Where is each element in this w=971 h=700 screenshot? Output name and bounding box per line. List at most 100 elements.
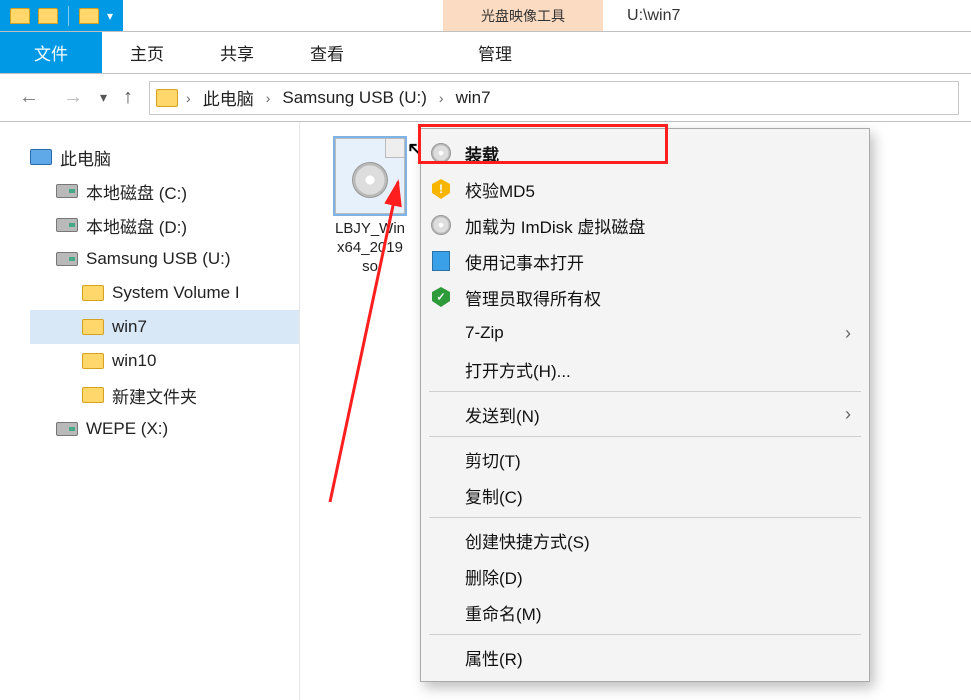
tree-label: win10 — [112, 351, 156, 371]
menu-label: 校验MD5 — [465, 177, 851, 202]
drive-icon — [56, 252, 78, 266]
folder-content[interactable]: LBJY_Win x64_2019 so ↖ 装载 校验MD5 加载为 ImDi… — [300, 122, 971, 700]
tree-node-this-pc[interactable]: 此电脑 — [30, 140, 299, 174]
menu-separator — [429, 391, 861, 392]
tree-node-folder[interactable]: System Volume I — [30, 276, 299, 310]
window-title: U:\win7 — [603, 0, 971, 31]
tab-manage[interactable]: 管理 — [450, 32, 540, 73]
folder-icon — [82, 319, 104, 335]
menu-label: 管理员取得所有权 — [465, 285, 851, 310]
separator — [68, 6, 69, 26]
menu-item-copy[interactable]: 复制(C) — [421, 477, 869, 513]
chevron-right-icon[interactable]: › — [182, 90, 195, 106]
shield-check-icon — [432, 287, 450, 307]
breadcrumb[interactable]: › 此电脑 › Samsung USB (U:) › win7 — [149, 81, 959, 115]
history-dropdown[interactable]: ▾ — [100, 89, 107, 106]
menu-label: 加载为 ImDisk 虚拟磁盘 — [465, 213, 851, 238]
chevron-right-icon[interactable]: › — [262, 90, 275, 106]
contextual-tab-label: 光盘映像工具 — [443, 0, 603, 31]
file-item-iso[interactable]: LBJY_Win x64_2019 so — [320, 138, 420, 276]
disc-icon — [431, 143, 451, 163]
menu-item-properties[interactable]: 属性(R) — [421, 639, 869, 675]
menu-item-cut[interactable]: 剪切(T) — [421, 441, 869, 477]
menu-item-7zip[interactable]: 7-Zip › — [421, 315, 869, 351]
tab-view[interactable]: 查看 — [282, 32, 372, 73]
folder-icon — [156, 89, 178, 107]
quick-access-toolbar: ▾ — [0, 0, 123, 31]
breadcrumb-item[interactable]: Samsung USB (U:) — [278, 88, 431, 108]
nav-back-button[interactable]: ← — [12, 81, 46, 115]
titlebar: ▾ 光盘映像工具 U:\win7 — [0, 0, 971, 32]
tree-node-drive[interactable]: WEPE (X:) — [30, 412, 299, 446]
tree-node-drive[interactable]: 本地磁盘 (D:) — [30, 208, 299, 242]
menu-label: 7-Zip — [465, 323, 835, 343]
chevron-down-icon[interactable]: ▾ — [103, 9, 117, 23]
disc-icon — [352, 162, 388, 198]
menu-item-send-to[interactable]: 发送到(N) › — [421, 396, 869, 432]
menu-label: 使用记事本打开 — [465, 249, 851, 274]
iso-file-icon — [335, 138, 405, 214]
folder-icon — [82, 285, 104, 301]
menu-item-notepad[interactable]: 使用记事本打开 — [421, 243, 869, 279]
tree-label: System Volume I — [112, 283, 240, 303]
menu-label: 创建快捷方式(S) — [465, 528, 851, 553]
explorer-body: 此电脑 本地磁盘 (C:) 本地磁盘 (D:) Samsung USB (U:)… — [0, 122, 971, 700]
menu-label: 发送到(N) — [465, 402, 835, 427]
folder-icon[interactable] — [38, 8, 58, 24]
drive-icon — [56, 184, 78, 198]
tree-node-folder[interactable]: 新建文件夹 — [30, 378, 299, 412]
tree-node-drive[interactable]: Samsung USB (U:) — [30, 242, 299, 276]
drive-icon — [56, 218, 78, 232]
menu-item-open-with[interactable]: 打开方式(H)... — [421, 351, 869, 387]
menu-item-take-ownership[interactable]: 管理员取得所有权 — [421, 279, 869, 315]
folder-icon[interactable] — [79, 8, 99, 24]
tab-home[interactable]: 主页 — [102, 32, 192, 73]
tab-share[interactable]: 共享 — [192, 32, 282, 73]
disc-icon — [431, 215, 451, 235]
menu-separator — [429, 634, 861, 635]
tree-label: 本地磁盘 (D:) — [86, 213, 187, 238]
drive-icon — [56, 422, 78, 436]
chevron-right-icon: › — [845, 323, 851, 344]
menu-item-mount[interactable]: 装载 — [421, 135, 869, 171]
menu-item-imdisk[interactable]: 加载为 ImDisk 虚拟磁盘 — [421, 207, 869, 243]
tree-node-folder[interactable]: win10 — [30, 344, 299, 378]
menu-separator — [429, 517, 861, 518]
menu-label: 属性(R) — [465, 645, 851, 670]
nav-forward-button[interactable]: → — [56, 81, 90, 115]
menu-label: 打开方式(H)... — [465, 357, 851, 382]
tree-node-drive[interactable]: 本地磁盘 (C:) — [30, 174, 299, 208]
menu-label: 复制(C) — [465, 483, 851, 508]
menu-item-create-shortcut[interactable]: 创建快捷方式(S) — [421, 522, 869, 558]
notepad-icon — [432, 251, 450, 271]
breadcrumb-item[interactable]: 此电脑 — [199, 85, 258, 110]
file-name: LBJY_Win x64_2019 so — [320, 220, 420, 276]
menu-separator — [429, 436, 861, 437]
tree-node-folder[interactable]: win7 — [30, 310, 299, 344]
navigation-tree: 此电脑 本地磁盘 (C:) 本地磁盘 (D:) Samsung USB (U:)… — [0, 122, 300, 700]
folder-icon — [82, 387, 104, 403]
context-menu: 装载 校验MD5 加载为 ImDisk 虚拟磁盘 使用记事本打开 管理员取得所有… — [420, 128, 870, 682]
ribbon-tabs: 文件 主页 共享 查看 管理 — [0, 32, 971, 74]
nav-up-button[interactable]: ↑ — [123, 86, 133, 109]
shield-warning-icon — [432, 179, 450, 199]
tab-file[interactable]: 文件 — [0, 32, 102, 73]
tree-label: 新建文件夹 — [112, 383, 197, 408]
tree-label: win7 — [112, 317, 147, 337]
menu-label: 重命名(M) — [465, 600, 851, 625]
menu-label: 装载 — [465, 141, 851, 166]
menu-label: 删除(D) — [465, 564, 851, 589]
pc-icon — [30, 149, 52, 165]
tree-label: Samsung USB (U:) — [86, 249, 231, 269]
tree-label: 此电脑 — [60, 145, 111, 170]
breadcrumb-item[interactable]: win7 — [452, 88, 495, 108]
menu-item-delete[interactable]: 删除(D) — [421, 558, 869, 594]
folder-icon — [82, 353, 104, 369]
menu-label: 剪切(T) — [465, 447, 851, 472]
folder-icon[interactable] — [10, 8, 30, 24]
menu-item-rename[interactable]: 重命名(M) — [421, 594, 869, 630]
menu-item-verify-md5[interactable]: 校验MD5 — [421, 171, 869, 207]
chevron-right-icon[interactable]: › — [435, 90, 448, 106]
tree-label: 本地磁盘 (C:) — [86, 179, 187, 204]
chevron-right-icon: › — [845, 404, 851, 425]
